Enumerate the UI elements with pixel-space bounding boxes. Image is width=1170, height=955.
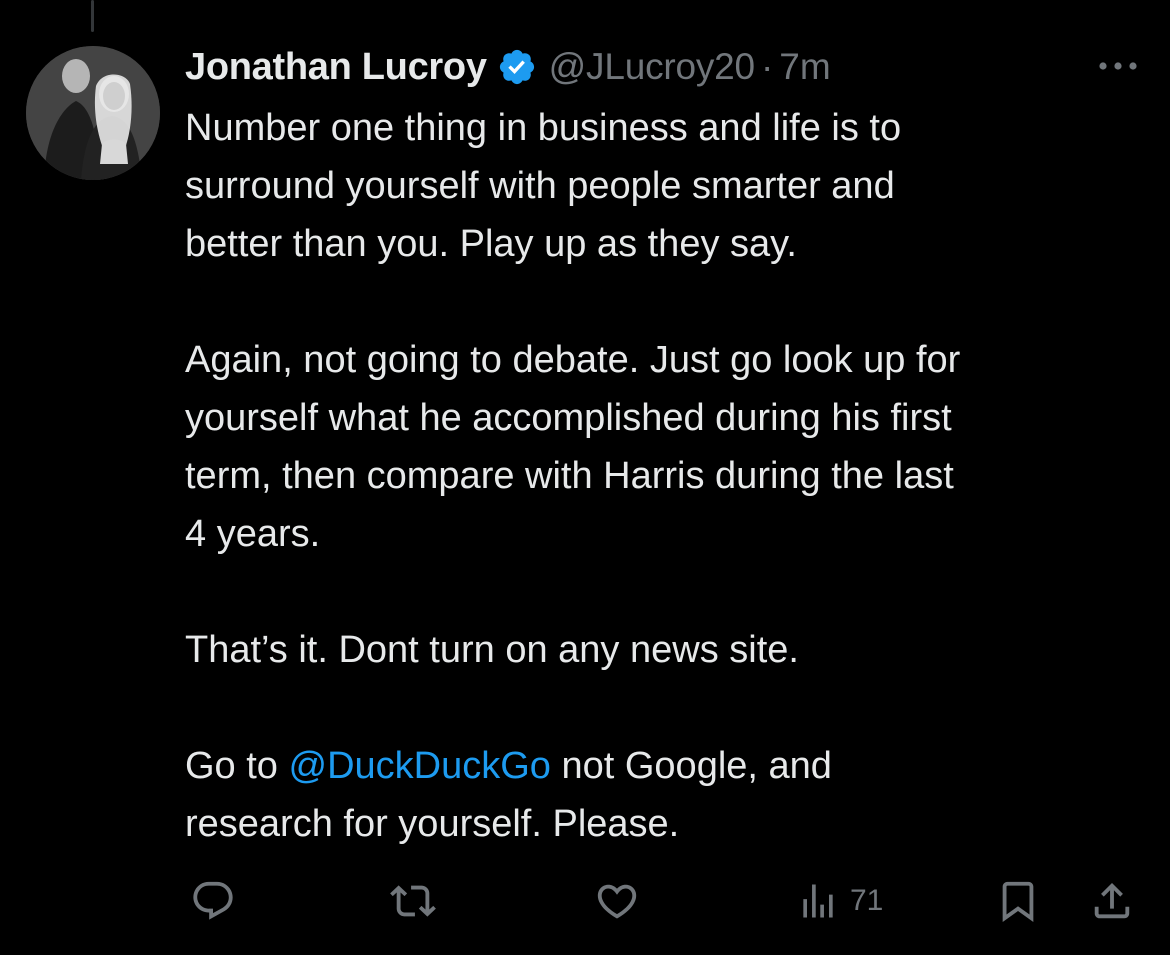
more-options-button[interactable] xyxy=(1094,52,1142,80)
retweet-button[interactable] xyxy=(388,878,438,924)
separator-dot: · xyxy=(760,46,774,87)
tweet-text-line: term, then compare with Harris during th… xyxy=(185,455,954,497)
tweet-text-line: research for yourself. Please. xyxy=(185,803,680,845)
tweet-text-line: surround yourself with people smarter an… xyxy=(185,165,895,207)
avatar[interactable] xyxy=(26,46,160,180)
tweet-text-fragment: Go to xyxy=(185,745,289,787)
action-bar: 71 xyxy=(0,870,1170,930)
views-icon xyxy=(803,884,833,918)
views-button[interactable]: 71 xyxy=(796,878,883,924)
share-icon xyxy=(1094,882,1130,919)
avatar-photo xyxy=(26,46,160,180)
tweet-text-line: yourself what he accomplished during his… xyxy=(185,397,952,439)
reply-icon xyxy=(193,881,233,920)
verified-badge-icon[interactable] xyxy=(497,47,537,87)
views-count: 71 xyxy=(850,884,884,917)
bookmark-button[interactable] xyxy=(994,878,1042,924)
tweet-text-line: Go to @DuckDuckGo not Google, and xyxy=(185,737,1145,795)
more-icon xyxy=(1099,62,1137,70)
author-display-name[interactable]: Jonathan Lucroy xyxy=(185,46,487,89)
tweet-body: Number one thing in business and life is… xyxy=(185,99,1145,853)
author-handle[interactable]: @JLucroy20 xyxy=(549,46,755,88)
tweet-text-line: Again, not going to debate. Just go look… xyxy=(185,339,961,381)
bookmark-icon xyxy=(1002,881,1034,922)
reply-button[interactable] xyxy=(188,878,238,924)
thread-connector-line xyxy=(91,0,94,32)
tweet-text-line: 4 years. xyxy=(185,513,321,555)
like-button[interactable] xyxy=(592,878,642,924)
share-button[interactable] xyxy=(1088,878,1136,924)
tweet-text-fragment: not Google, and xyxy=(550,745,832,787)
tweet-timestamp[interactable]: 7m xyxy=(779,46,830,88)
tweet-header: Jonathan Lucroy @JLucroy20 · 7m xyxy=(185,42,831,92)
tweet-text-line: That’s it. Dont turn on any news site. xyxy=(185,629,799,671)
mention-link[interactable]: @DuckDuckGo xyxy=(289,745,551,787)
tweet-text-line: better than you. Play up as they say. xyxy=(185,223,797,265)
tweet-text-line: Number one thing in business and life is… xyxy=(185,107,902,149)
like-icon xyxy=(597,884,637,919)
retweet-icon xyxy=(390,885,436,917)
